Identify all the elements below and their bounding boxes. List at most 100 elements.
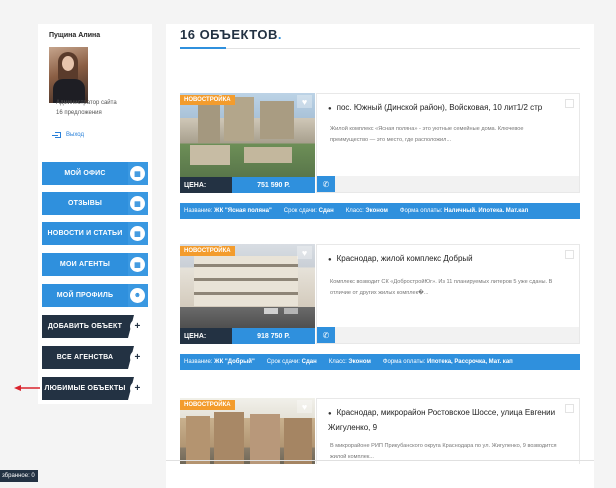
nav-my-office[interactable]: МОЙ ОФИС ▦ [42,162,148,185]
listing-details: ● Краснодар, микрорайон Ростовское Шоссе,… [316,398,580,464]
plus-icon: + [130,381,145,396]
listing-badge: НОВОСТРОЙКА [180,400,235,410]
nav-my-profile[interactable]: МОЙ ПРОФИЛЬ ☻ [42,284,148,307]
compare-checkbox[interactable] [565,99,574,108]
info-value: Эконом [365,208,388,214]
info-class: Класс: Эконом [329,359,371,365]
heart-icon[interactable]: ♥ [297,246,312,259]
listing-photo[interactable]: НОВОСТРОЙКА ♥ [180,93,315,177]
nav-label: МОЙ ПРОФИЛЬ [56,292,114,299]
price-label: ЦЕНА: [180,177,232,193]
map-pin-icon: ● [328,257,332,263]
price-bar: ЦЕНА: 918 750 Р. [180,328,315,344]
heart-icon[interactable]: ♥ [297,400,312,413]
address-text: пос. Южный (Динской район), Войсковая, 1… [336,103,543,112]
price-bar: ЦЕНА: 751 590 Р. [180,177,315,193]
info-value: ЖК "Добрый" [214,359,255,365]
nav-label: ЛЮБИМЫЕ ОБЪЕКТЫ [44,385,126,392]
info-class: Класс: Эконом [346,208,388,214]
info-value: Наличный. Ипотека. Мат.кап [443,208,529,214]
price-value: 751 590 Р. [232,177,315,193]
user-name: Пущина Алина [49,32,101,39]
listing-badge: НОВОСТРОЙКА [180,95,235,105]
info-label: Класс: [328,359,347,365]
listing-photo[interactable]: НОВОСТРОЙКА ♥ [180,244,315,328]
compare-checkbox[interactable] [565,250,574,259]
page: Пущина Алина Администратор сайта 16 пред… [0,0,616,488]
info-value: Ипотека, Рассрочка, Мат. кап [426,359,513,365]
info-value: ЖК "Ясная поляна" [214,208,272,214]
info-payment: Форма оплаты: Ипотека, Рассрочка, Мат. к… [383,359,513,365]
count-text: 16 ОБЪЕКТОВ [180,27,278,42]
bottom-divider [166,460,594,461]
avatar-face [62,56,74,71]
nav-add-object[interactable]: ДОБАВИТЬ ОБЪЕКТ + [42,315,148,338]
nav-label: ВСЕ АГЕНСТВА [56,354,114,361]
title-dot: . [277,27,283,42]
price-label: ЦЕНА: [180,328,232,344]
listing-badge: НОВОСТРОЙКА [180,246,235,256]
info-label: Класс: [345,208,364,214]
nav-label: НОВОСТИ И СТАТЬИ [47,230,123,237]
info-label: Форма оплаты: [399,208,443,214]
grid-icon: ▦ [130,196,145,211]
plus-icon: + [130,350,145,365]
listing-details: ● пос. Южный (Динской район), Войсковая, … [316,93,580,193]
listing-card: НОВОСТРОЙКА ♥ ЦЕНА: 918 750 Р. ● Краснода… [180,244,580,370]
logout-label: Выход [66,132,84,138]
user-listings-count: 16 предложения [56,110,102,116]
listing-info-bar: Название: ЖК "Ясная поляна" Срок сдачи: … [180,203,580,219]
phone-icon[interactable]: ✆ [317,176,335,192]
logout-icon [52,132,61,138]
address-text: Краснодар, микрорайон Ростовское Шоссе, … [328,408,556,432]
map-pin-icon: ● [328,411,332,417]
listing-info-bar: Название: ЖК "Добрый" Срок сдачи: Сдан К… [180,354,580,370]
info-label: Срок сдачи: [283,208,317,214]
title-underline [180,47,580,49]
nav-label: ОТЗЫВЫ [67,200,103,207]
info-label: Название: [184,208,213,214]
nav-label: МОИ АГЕНТЫ [59,261,111,268]
info-deadline: Срок сдачи: Сдан [267,359,317,365]
avatar[interactable] [49,47,88,103]
info-deadline: Срок сдачи: Сдан [284,208,334,214]
user-icon: ☻ [130,288,145,303]
listing-card: НОВОСТРОЙКА ♥ ● Краснодар, микрорайон Рос… [180,398,580,464]
info-value: Сдан [301,359,317,365]
info-name: Название: ЖК "Добрый" [184,359,255,365]
nav-news[interactable]: НОВОСТИ И СТАТЬИ ▦ [42,222,148,245]
info-value: Сдан [318,208,334,214]
price-value: 918 750 Р. [232,328,315,344]
plus-icon: + [130,319,145,334]
nav-reviews[interactable]: ОТЗЫВЫ ▦ [42,192,148,215]
listing-card: НОВОСТРОЙКА ♥ ЦЕНА: 751 590 Р. ● пос. Южн… [180,93,580,219]
grid-icon: ▦ [130,257,145,272]
favorites-counter-bar[interactable]: збранное: 0 [0,470,38,482]
info-label: Срок сдачи: [266,359,300,365]
listing-photo[interactable]: НОВОСТРОЙКА ♥ [180,398,315,464]
objects-count-title: 16 ОБЪЕКТОВ. [180,27,282,42]
info-payment: Форма оплаты: Наличный. Ипотека. Мат.кап [400,208,528,214]
nav-label: МОЙ ОФИС [64,170,106,177]
listing-address[interactable]: ● Краснодар, жилой комплекс Добрый [328,252,566,267]
listing-details: ● Краснодар, жилой комплекс Добрый Компле… [316,244,580,344]
listing-address[interactable]: ● Краснодар, микрорайон Ростовское Шоссе,… [328,406,566,434]
user-role: Администратор сайта [56,100,117,106]
listing-description: Комплекс возводит СК «ДобростройЮг». Из … [330,279,553,296]
heart-icon[interactable]: ♥ [297,95,312,108]
phone-icon[interactable]: ✆ [317,327,335,343]
card-footer [335,327,579,343]
nav-all-agencies[interactable]: ВСЕ АГЕНСТВА + [42,346,148,369]
nav-my-agents[interactable]: МОИ АГЕНТЫ ▦ [42,253,148,276]
card-footer [335,176,579,192]
red-arrow-icon [14,385,40,391]
address-text: Краснодар, жилой комплекс Добрый [336,254,473,263]
info-value: Эконом [348,359,371,365]
map-pin-icon: ● [328,106,332,112]
compare-checkbox[interactable] [565,404,574,413]
logout-link[interactable]: Выход [52,132,84,138]
info-label: Форма оплаты: [382,359,426,365]
listing-address[interactable]: ● пос. Южный (Динской район), Войсковая, … [328,101,566,116]
nav-favorite-objects[interactable]: ЛЮБИМЫЕ ОБЪЕКТЫ + [42,377,148,400]
info-label: Название: [184,359,213,365]
